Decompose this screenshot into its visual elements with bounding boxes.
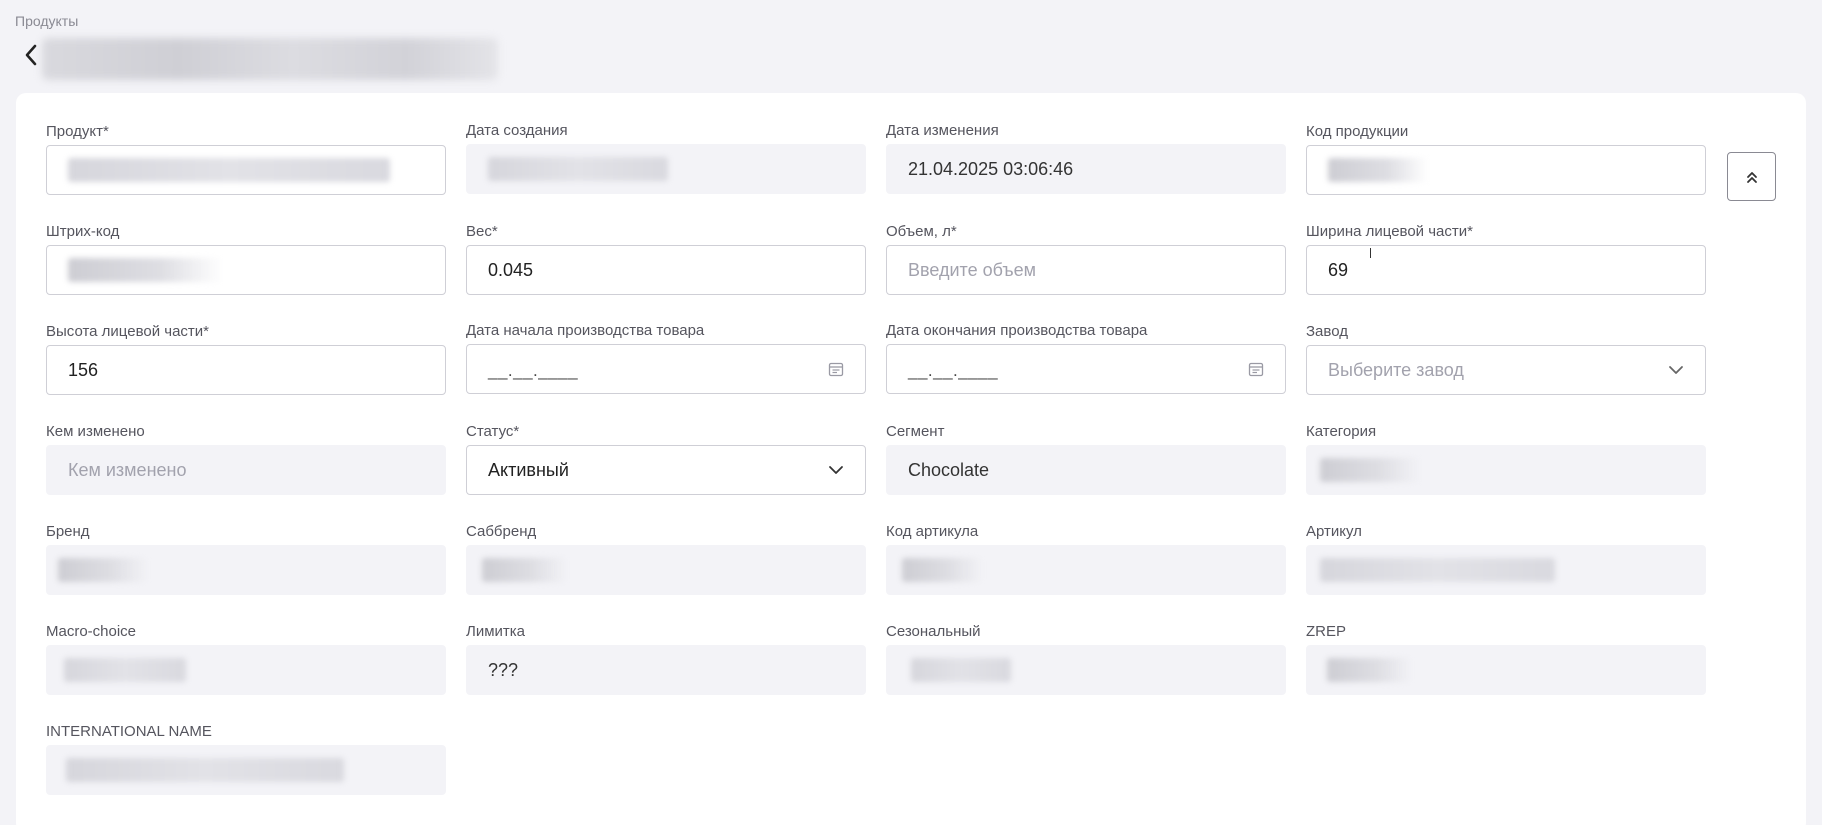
barcode-label: Штрих-код	[46, 223, 120, 240]
chevron-down-icon	[829, 466, 843, 474]
date-mask: __.__.____	[908, 361, 999, 380]
modified-date-label: Дата изменения	[886, 122, 999, 139]
volume-label: Объем, л*	[886, 223, 957, 240]
limit-label: Лимитка	[466, 623, 526, 640]
redacted-value	[58, 558, 148, 582]
volume-input[interactable]: Введите объем	[886, 245, 1286, 295]
limit-value: ???	[466, 645, 866, 695]
redacted-value	[902, 558, 982, 582]
redacted-value	[482, 558, 567, 582]
redacted-value	[1328, 158, 1428, 182]
international-name-value	[46, 745, 446, 795]
plant-select[interactable]: Выберите завод	[1306, 345, 1706, 395]
face-width-input[interactable]: 69	[1306, 245, 1706, 295]
seasonal-value	[886, 645, 1286, 695]
chevron-down-icon	[1669, 366, 1683, 374]
calendar-icon[interactable]	[1248, 361, 1264, 377]
modified-by-placeholder: Кем изменено	[68, 459, 187, 480]
text-cursor	[1370, 248, 1371, 258]
weight-input[interactable]: 0.045	[466, 245, 866, 295]
redacted-value	[64, 658, 186, 682]
chevron-left-icon	[25, 44, 37, 66]
redacted-value	[1327, 658, 1412, 682]
page-title-redacted	[42, 38, 498, 80]
article-value	[1306, 545, 1706, 595]
plant-placeholder: Выберите завод	[1328, 359, 1464, 380]
modified-by-label: Кем изменено	[46, 423, 145, 440]
face-width-label: Ширина лицевой части*	[1306, 223, 1473, 240]
modified-date-value: 21.04.2025 03:06:46	[886, 144, 1286, 194]
category-label: Категория	[1306, 423, 1377, 440]
created-date-label: Дата создания	[466, 122, 568, 139]
segment-value: Chocolate	[886, 445, 1286, 495]
redacted-value	[488, 157, 668, 181]
subbrand-label: Саббренд	[466, 523, 537, 540]
product-input[interactable]	[46, 145, 446, 195]
breadcrumb[interactable]: Продукты	[15, 13, 78, 29]
subbrand-value	[466, 545, 866, 595]
redacted-value	[911, 658, 1011, 682]
seasonal-label: Сезональный	[886, 623, 981, 640]
international-name-label: INTERNATIONAL NAME	[46, 723, 212, 740]
volume-placeholder: Введите объем	[908, 259, 1036, 280]
category-value	[1306, 445, 1706, 495]
prod-end-date-label: Дата окончания производства товара	[886, 322, 1148, 339]
status-select[interactable]: Активный	[466, 445, 866, 495]
article-label: Артикул	[1306, 523, 1362, 540]
zrep-label: ZREP	[1306, 623, 1347, 640]
status-label: Статус*	[466, 423, 520, 440]
product-code-input[interactable]	[1306, 145, 1706, 195]
redacted-value	[66, 758, 344, 782]
macro-choice-label: Macro-choice	[46, 623, 137, 640]
plant-label: Завод	[1306, 323, 1348, 340]
segment-label: Сегмент	[886, 423, 945, 440]
zrep-value	[1306, 645, 1706, 695]
weight-label: Вес*	[466, 223, 498, 240]
redacted-value	[68, 158, 390, 182]
status-value: Активный	[488, 459, 569, 480]
macro-choice-value	[46, 645, 446, 695]
prod-start-date-label: Дата начала производства товара	[466, 322, 705, 339]
prod-start-date-input[interactable]: __.__.____	[466, 344, 866, 394]
brand-label: Бренд	[46, 523, 90, 540]
article-code-label: Код артикула	[886, 523, 979, 540]
product-label: Продукт*	[46, 123, 109, 140]
modified-by-value: Кем изменено	[46, 445, 446, 495]
prod-end-date-input[interactable]: __.__.____	[886, 344, 1286, 394]
face-height-input[interactable]: 156	[46, 345, 446, 395]
barcode-input[interactable]	[46, 245, 446, 295]
brand-value	[46, 545, 446, 595]
calendar-icon[interactable]	[828, 361, 844, 377]
back-button[interactable]	[20, 42, 42, 68]
created-date-value	[466, 144, 866, 194]
double-chevron-up-icon	[1746, 171, 1757, 183]
date-mask: __.__.____	[488, 361, 579, 380]
redacted-value	[1320, 558, 1555, 582]
product-code-label: Код продукции	[1306, 123, 1409, 140]
collapse-button[interactable]	[1727, 152, 1776, 201]
article-code-value	[886, 545, 1286, 595]
redacted-value	[68, 258, 223, 282]
face-height-label: Высота лицевой части*	[46, 323, 210, 340]
redacted-value	[1320, 458, 1420, 482]
